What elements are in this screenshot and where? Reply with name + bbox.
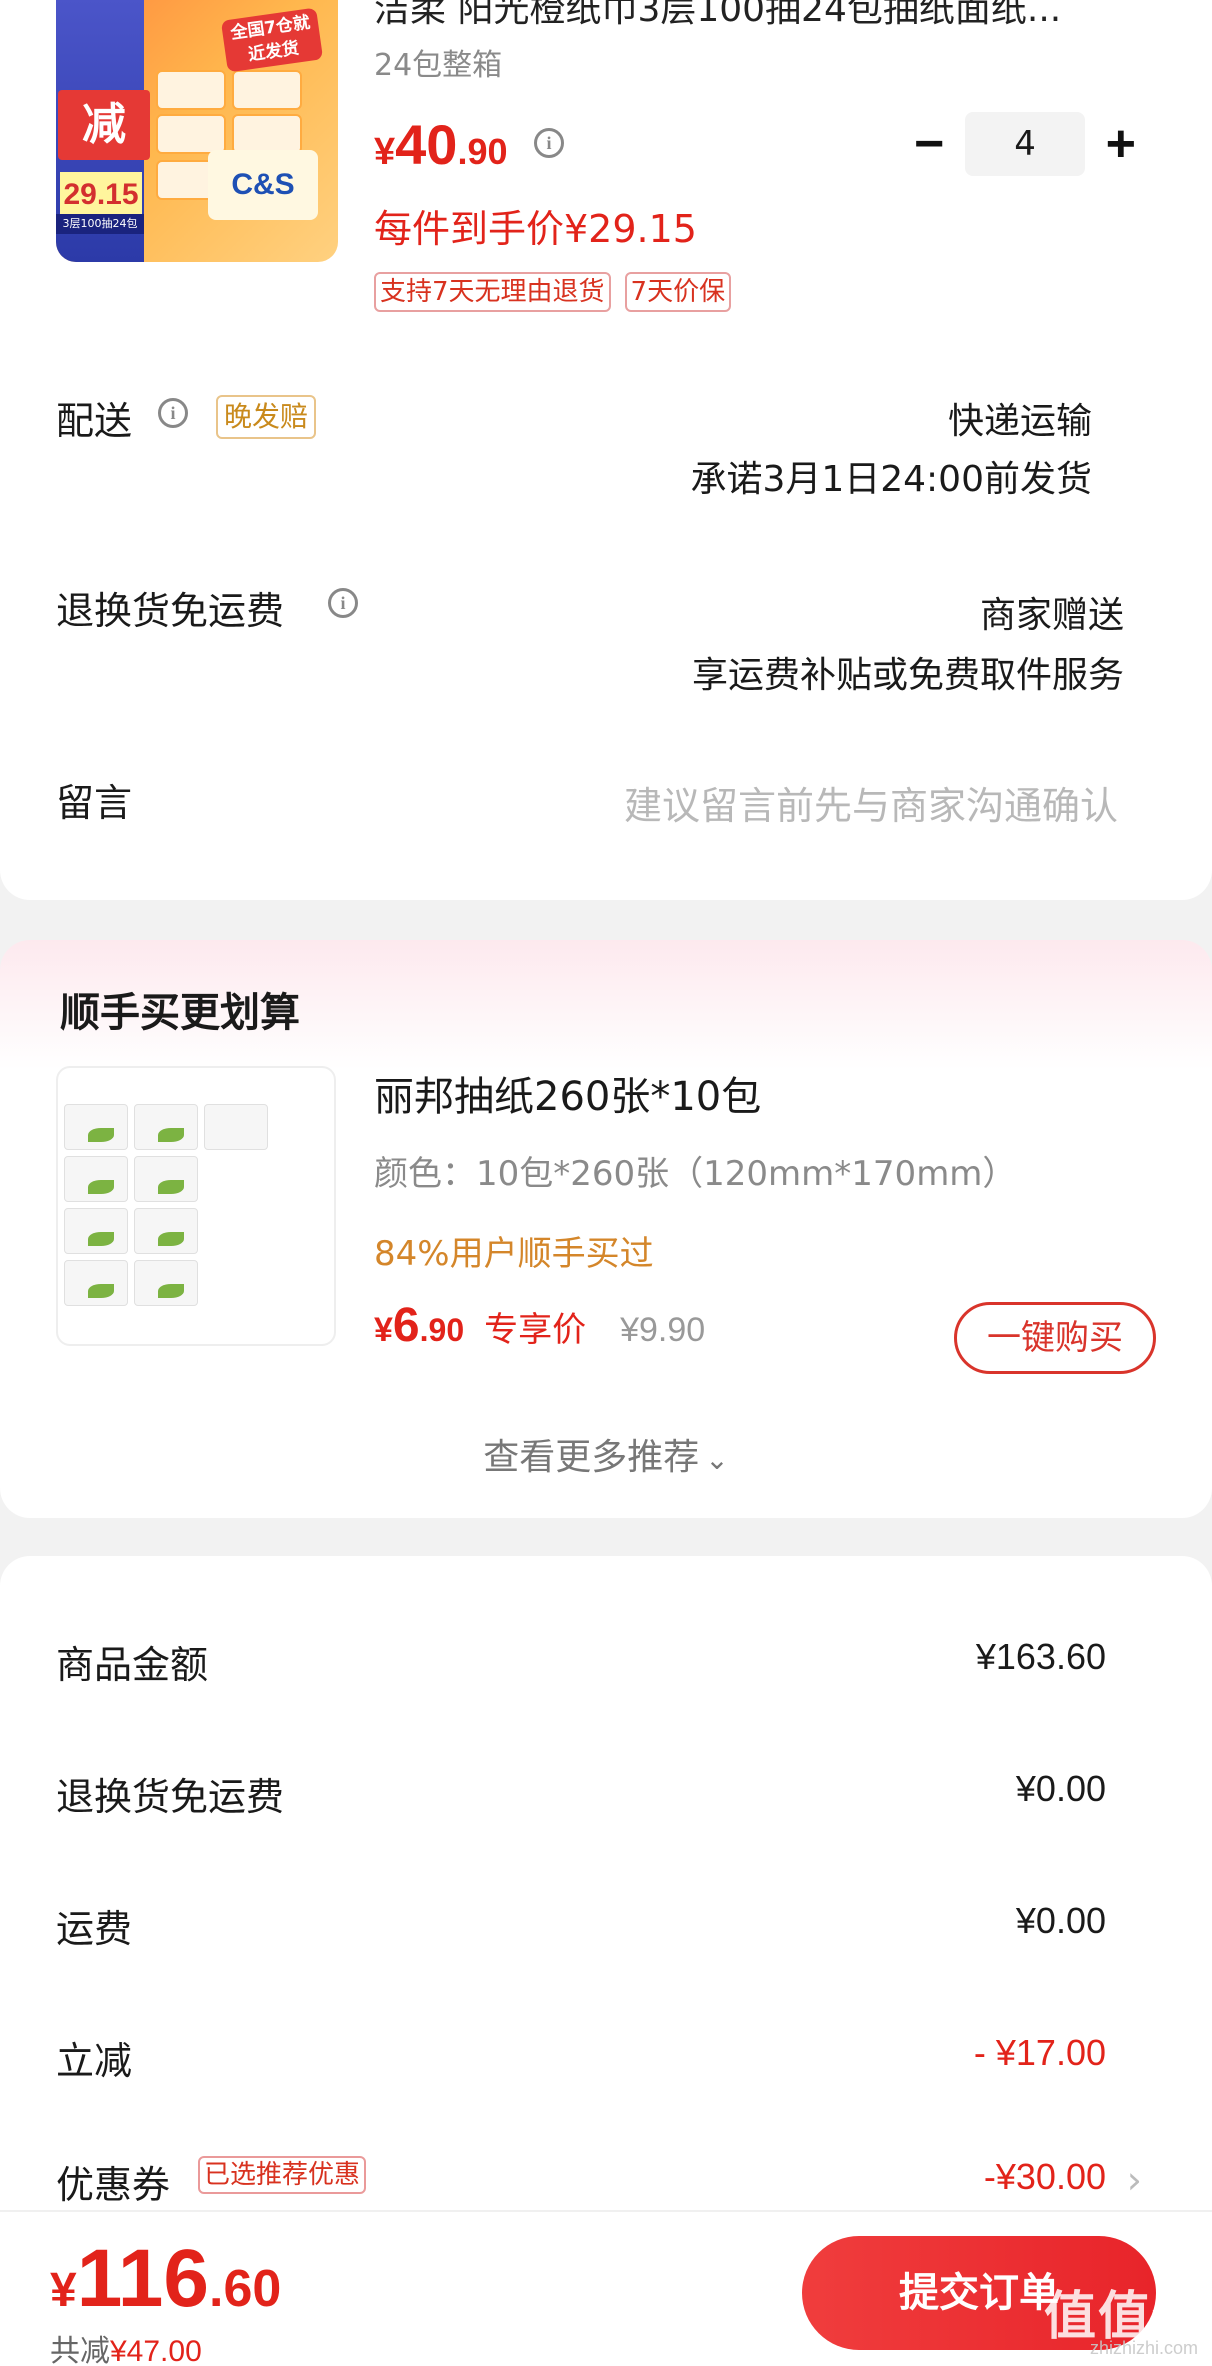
quantity-stepper: − 4 + (900, 112, 1150, 176)
final-unit-price: 每件到手价¥29.15 (374, 207, 697, 251)
thumb-discount-badge: 减47 (58, 90, 150, 219)
summary-label: 商品金额 (56, 1643, 209, 1687)
summary-amount: ¥0.00 (1015, 1768, 1106, 1809)
delivery-label: 配送 (56, 399, 133, 443)
leaf-icon (158, 1232, 184, 1246)
thumb-pack (156, 114, 226, 154)
summary-amount: ¥0.00 (1015, 1900, 1106, 1941)
leaf-icon (88, 1232, 114, 1246)
delivery-promise[interactable]: 承诺3月1日24:00前发货 (690, 450, 1092, 502)
thumb-brand-logo: C&S (208, 150, 318, 220)
service-tags: 支持7天无理由退货 7天价保 (374, 272, 732, 312)
recommend-card: 顺手买更划算 丽邦抽纸260张*10包 颜色：10包*260张（120mm*17… (0, 940, 1212, 1518)
tissue-pack (64, 1104, 128, 1150)
price-currency: ¥ (50, 2264, 77, 2317)
message-input[interactable]: 建议留言前先与商家沟通确认 (624, 775, 1118, 830)
recommend-price: ¥6.90 专享价 ¥9.90 (374, 1298, 705, 1353)
more-recommendations-label: 查看更多推荐 (483, 1437, 700, 1478)
summary-row-coupon[interactable]: 优惠券 已选推荐优惠 -¥30.00 › (56, 2154, 1142, 2214)
thumb-pack (232, 114, 302, 154)
summary-label: 退换货免运费 (56, 1775, 285, 1819)
product-spec[interactable]: 24包整箱 (374, 40, 502, 84)
leaf-icon (158, 1128, 184, 1142)
price-decimal: .90 (419, 1312, 465, 1348)
recommend-product-name[interactable]: 丽邦抽纸260张*10包 (374, 1064, 761, 1122)
saved-label: 共减 (50, 2334, 110, 2366)
summary-row-goods-amount: 商品金额 ¥163.60 (56, 1634, 1106, 1694)
product-price: ¥40.90 (374, 112, 507, 177)
order-item-card: 全国7仓就近发货 减47 29.15 3层100抽24包 C&S 洁柔 阳光橙纸… (0, 0, 1212, 900)
leaf-icon (88, 1128, 114, 1142)
late-compensation-tag: 晚发赔 (216, 395, 317, 439)
thumb-ribbon: 全国7仓就近发货 (220, 7, 324, 73)
price-integer: 6 (392, 1299, 420, 1352)
chevron-down-icon: ⌄ (705, 1443, 729, 1476)
quantity-input[interactable]: 4 (964, 112, 1086, 176)
price-decimal: .60 (209, 2260, 282, 2318)
recommend-purchase-hint: 84%用户顺手买过 (374, 1234, 654, 1274)
increase-button[interactable]: + (1091, 114, 1150, 174)
product-thumbnail[interactable]: 全国7仓就近发货 减47 29.15 3层100抽24包 C&S (56, 0, 338, 262)
checkout-bar: ¥116.60 共减¥47.00 提交订单 (0, 2210, 1212, 2366)
thumb-pack (232, 70, 302, 110)
price-decimal: .90 (457, 131, 508, 172)
service-tag: 7天价保 (624, 272, 732, 312)
total-price: ¥116.60 (50, 2232, 281, 2326)
leaf-icon (88, 1284, 114, 1298)
tissue-pack (204, 1104, 268, 1150)
return-shipping-desc: 享运费补贴或免费取件服务 (691, 655, 1124, 696)
summary-row-instant-discount: 立减 - ¥17.00 (56, 2030, 1106, 2090)
recommend-title: 顺手买更划算 (60, 990, 300, 1036)
return-shipping-info-icon[interactable]: i (328, 588, 358, 618)
price-integer: 40 (395, 113, 458, 176)
tissue-pack (134, 1260, 198, 1306)
delivery-method[interactable]: 快递运输 (948, 392, 1092, 444)
saved-value: ¥47.00 (110, 2335, 202, 2366)
recommend-product-spec: 颜色：10包*260张（120mm*170mm） (374, 1154, 1017, 1194)
service-tag: 支持7天无理由退货 (374, 272, 611, 312)
leaf-icon (158, 1180, 184, 1194)
return-shipping-label: 退换货免运费 (56, 589, 285, 633)
leaf-icon (88, 1180, 114, 1194)
price-info-icon[interactable]: i (534, 128, 564, 158)
price-currency: ¥ (374, 1311, 393, 1349)
leaf-icon (158, 1284, 184, 1298)
summary-amount: ¥163.60 (975, 1636, 1106, 1677)
recommend-product-image[interactable] (56, 1066, 336, 1346)
tissue-pack (134, 1156, 198, 1202)
tissue-pack (64, 1208, 128, 1254)
summary-row-return-shipping: 退换货免运费 ¥0.00 (56, 1766, 1106, 1826)
summary-label: 优惠券 (56, 2163, 171, 2207)
thumb-footer: 3层100抽24包 (56, 214, 144, 234)
summary-amount: -¥30.00 (983, 2156, 1106, 2197)
summary-label: 立减 (56, 2039, 133, 2083)
tissue-pack (134, 1104, 198, 1150)
tissue-pack (64, 1260, 128, 1306)
watermark-url: zhizhizhi.com (1089, 2338, 1198, 2358)
decrease-button[interactable]: − (900, 114, 959, 174)
message-label: 留言 (56, 781, 133, 825)
product-title[interactable]: 洁柔 阳光橙纸巾3层100抽24包抽纸面纸... (374, 0, 1154, 32)
tissue-pack (64, 1156, 128, 1202)
summary-row-shipping: 运费 ¥0.00 (56, 1898, 1106, 1958)
tissue-pack (134, 1208, 198, 1254)
delivery-info-icon[interactable]: i (158, 398, 188, 428)
thumb-pack (156, 70, 226, 110)
return-shipping-gift: 商家赠送 (979, 595, 1124, 636)
chevron-right-icon[interactable]: › (1127, 2158, 1142, 2202)
more-recommendations-link[interactable]: 查看更多推荐 ⌄ (0, 1428, 1212, 1480)
original-price: ¥9.90 (620, 1311, 706, 1349)
thumb-pack (156, 160, 216, 200)
exclusive-price-label: 专享价 (484, 1310, 587, 1350)
summary-label: 运费 (56, 1907, 133, 1951)
total-saved: 共减¥47.00 (50, 2326, 202, 2366)
price-integer: 116 (76, 2233, 209, 2324)
one-click-buy-button[interactable]: 一键购买 (954, 1302, 1156, 1374)
coupon-selected-tag: 已选推荐优惠 (198, 2156, 367, 2194)
thumb-price: 29.15 (60, 172, 142, 218)
summary-amount: - ¥17.00 (973, 2032, 1106, 2073)
price-currency: ¥ (374, 131, 396, 173)
